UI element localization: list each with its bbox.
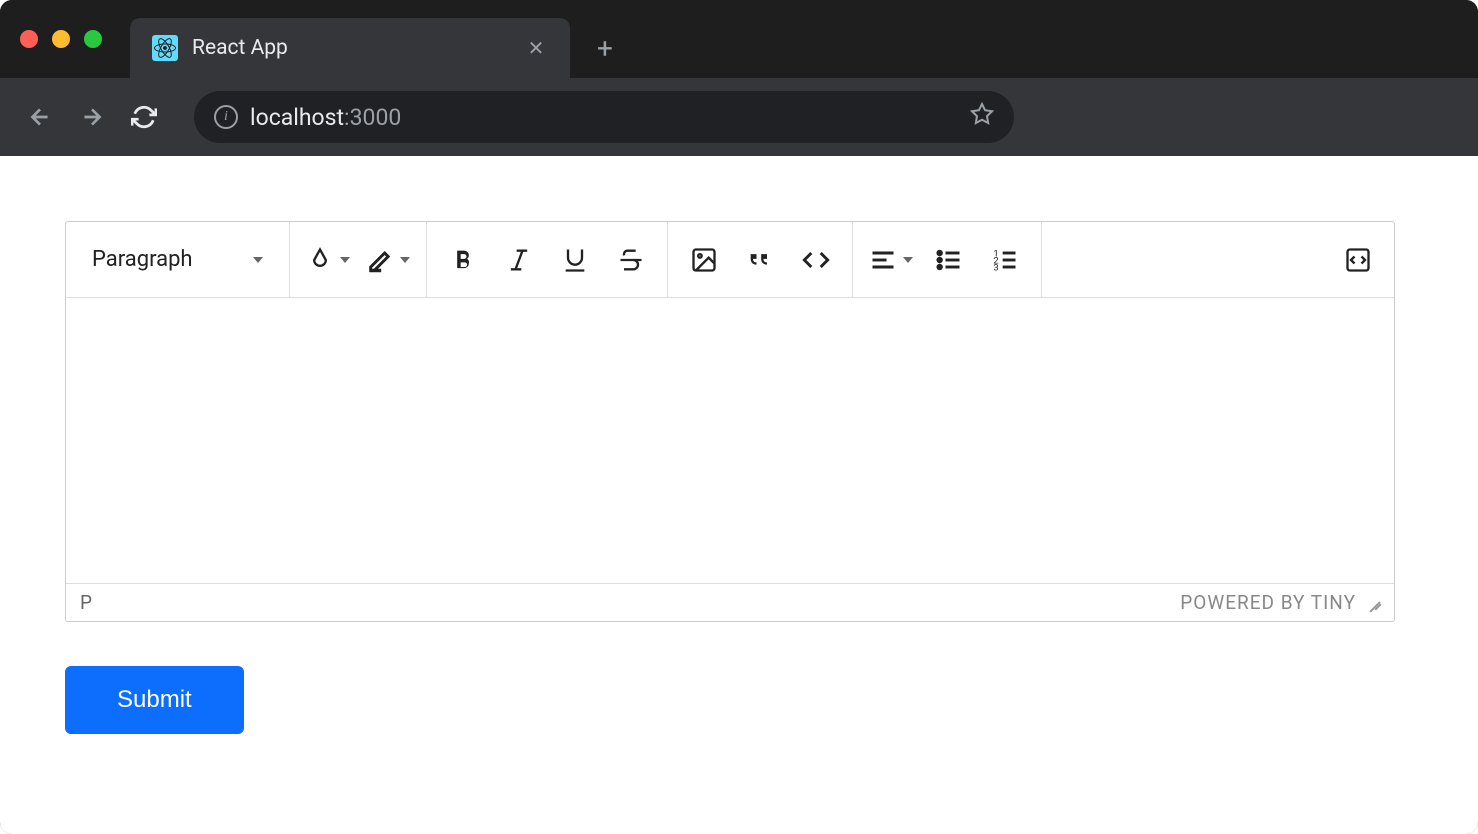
format-group: Paragraph (66, 222, 290, 297)
bold-button[interactable] (437, 234, 489, 286)
site-info-icon[interactable]: i (214, 105, 238, 129)
blockquote-button[interactable] (734, 234, 786, 286)
browser-window: React App ✕ + i localhost:3000 (0, 0, 1478, 834)
element-path[interactable]: P (80, 591, 1180, 614)
tab-close-icon[interactable]: ✕ (524, 36, 548, 60)
chevron-down-icon (400, 257, 410, 263)
rich-text-editor: Paragraph (65, 221, 1395, 622)
color-group (290, 222, 427, 297)
italic-button[interactable] (493, 234, 545, 286)
source-group (1322, 222, 1394, 297)
browser-titlebar: React App ✕ + (0, 0, 1478, 78)
svg-text:3: 3 (993, 262, 998, 273)
url-port: :3000 (344, 104, 401, 131)
nav-back-button[interactable] (20, 97, 60, 137)
chevron-down-icon (340, 257, 350, 263)
insert-image-button[interactable] (678, 234, 730, 286)
browser-tab[interactable]: React App ✕ (130, 18, 570, 78)
window-maximize-button[interactable] (84, 30, 102, 48)
url-host: localhost (250, 104, 344, 131)
new-tab-button[interactable]: + (590, 32, 620, 65)
list-group: 123 (853, 222, 1042, 297)
url-text: localhost:3000 (250, 104, 958, 131)
editor-statusbar: P POWERED BY TINY (66, 583, 1394, 621)
react-favicon-icon (152, 35, 178, 61)
window-close-button[interactable] (20, 30, 38, 48)
tab-title: React App (192, 36, 510, 60)
numbered-list-button[interactable]: 123 (979, 234, 1031, 286)
editor-content-area[interactable] (66, 298, 1394, 583)
powered-by-label[interactable]: POWERED BY TINY (1180, 591, 1356, 614)
highlight-color-button[interactable] (360, 234, 416, 286)
submit-button[interactable]: Submit (65, 666, 244, 734)
bookmark-star-icon[interactable] (970, 102, 994, 132)
url-bar[interactable]: i localhost:3000 (194, 91, 1014, 143)
resize-handle-icon[interactable] (1364, 595, 1380, 611)
bullet-list-button[interactable] (923, 234, 975, 286)
editor-toolbar: Paragraph (66, 222, 1394, 298)
nav-reload-button[interactable] (124, 97, 164, 137)
window-minimize-button[interactable] (52, 30, 70, 48)
strikethrough-button[interactable] (605, 234, 657, 286)
insert-group (668, 222, 853, 297)
format-select-label: Paragraph (92, 247, 193, 272)
underline-button[interactable] (549, 234, 601, 286)
chevron-down-icon (253, 257, 263, 263)
format-select[interactable]: Paragraph (76, 222, 279, 297)
code-block-button[interactable] (790, 234, 842, 286)
nav-forward-button[interactable] (72, 97, 112, 137)
browser-toolbar: i localhost:3000 (0, 78, 1478, 156)
chevron-down-icon (903, 257, 913, 263)
align-button[interactable] (863, 234, 919, 286)
page-content: Paragraph (0, 156, 1478, 834)
window-controls (20, 30, 102, 48)
source-code-button[interactable] (1332, 234, 1384, 286)
text-color-button[interactable] (300, 234, 356, 286)
text-style-group (427, 222, 668, 297)
